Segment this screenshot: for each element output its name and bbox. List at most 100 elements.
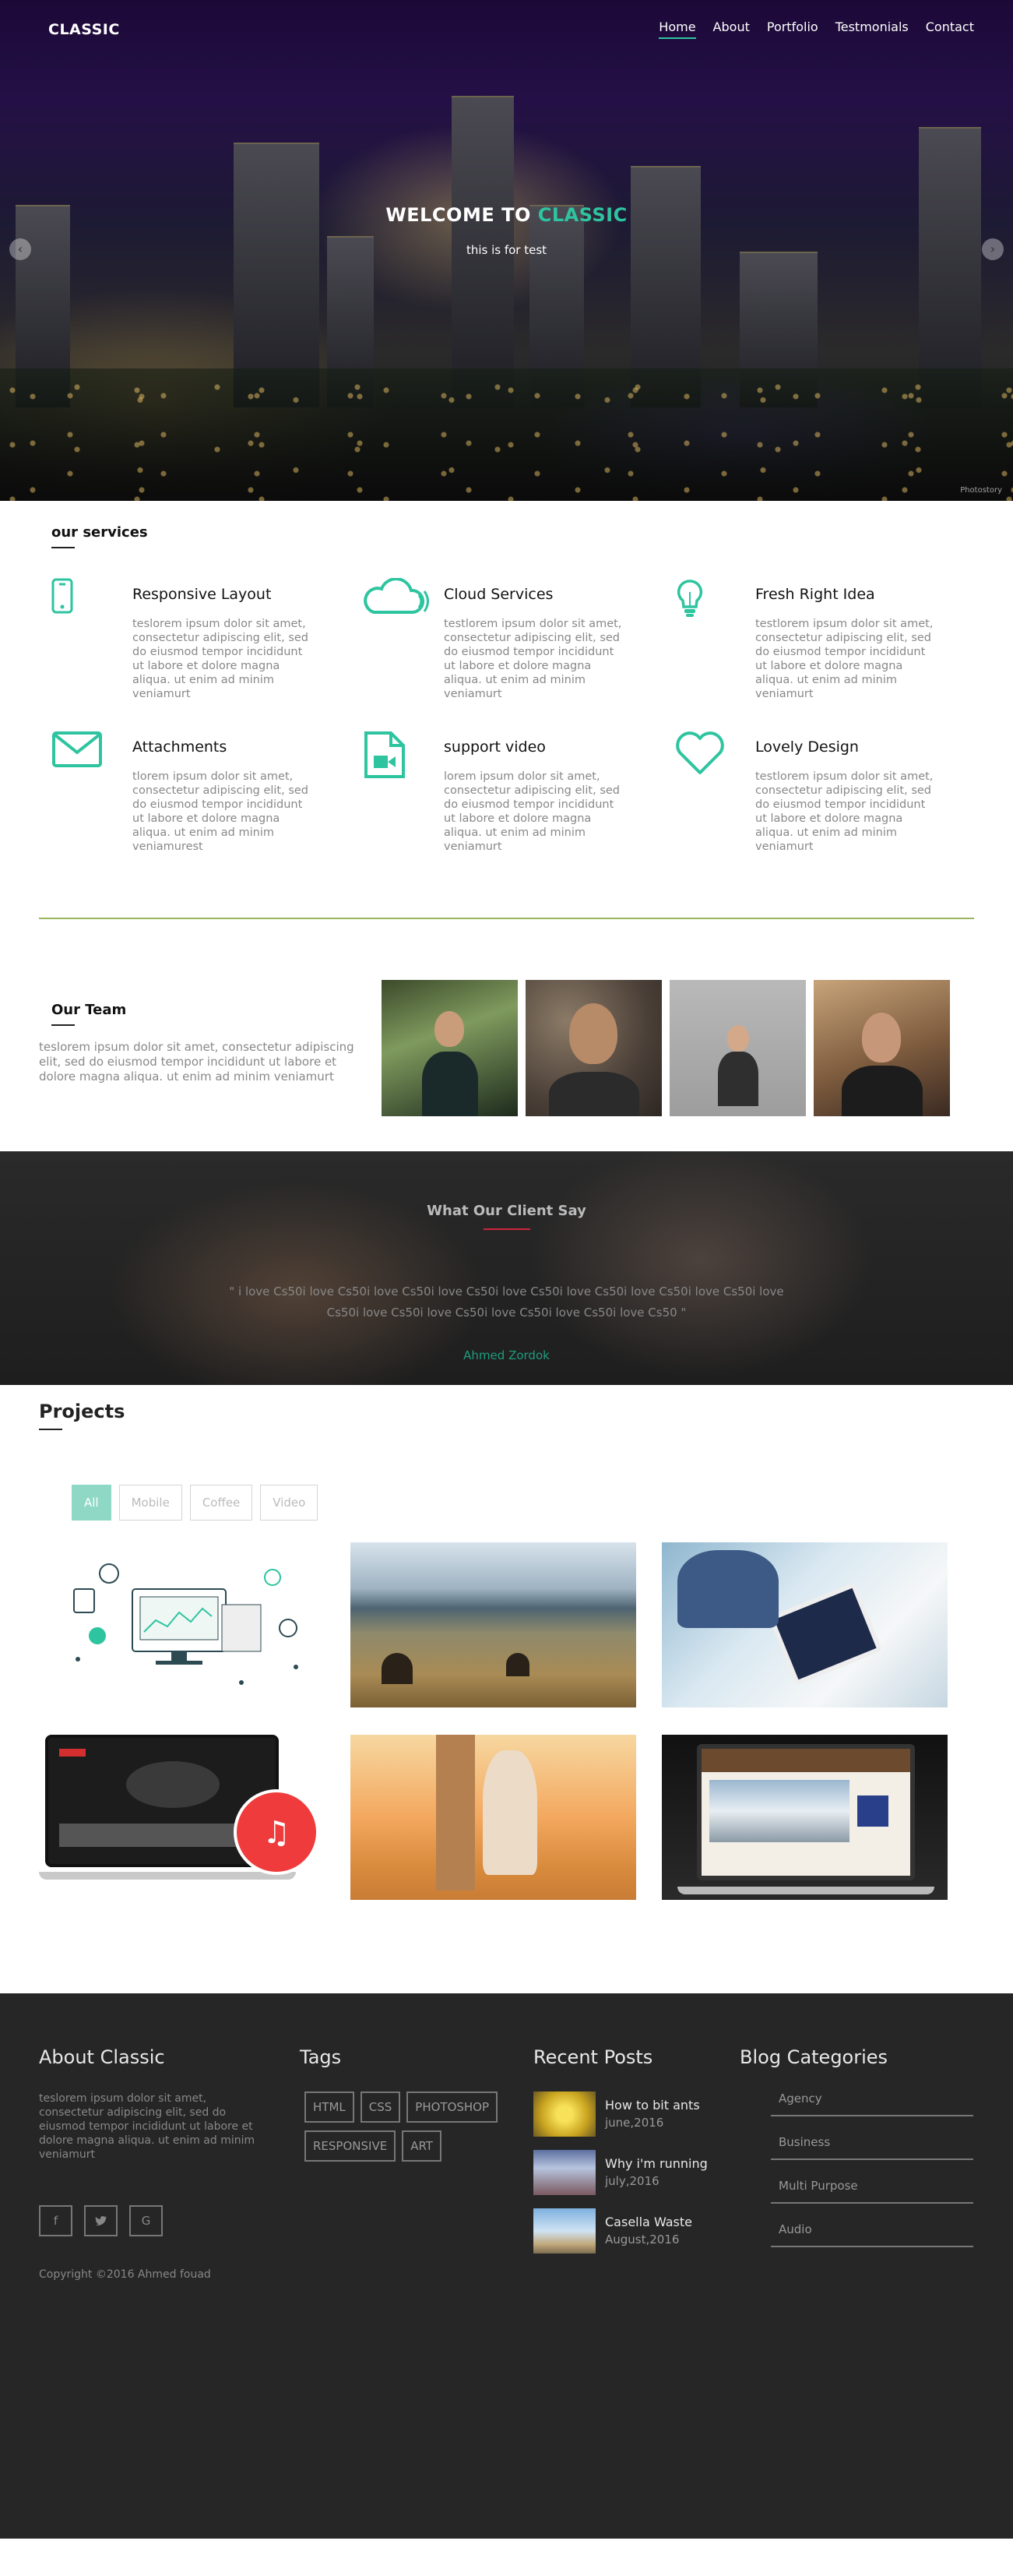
member-face	[434, 1011, 464, 1047]
team-photos	[382, 980, 950, 1151]
nav-link-home[interactable]: Home	[659, 19, 696, 39]
twitter-icon[interactable]	[84, 2205, 118, 2236]
hero-title-prefix: WELCOME TO	[385, 204, 538, 226]
service-text: testlorem ipsum dolor sit amet, consecte…	[755, 770, 934, 853]
services-grid: Responsive Layout teslorem ipsum dolor si…	[51, 578, 974, 854]
nav-link-about[interactable]: About	[713, 19, 750, 39]
service-text: lorem ipsum dolor sit amet, consectetur …	[444, 770, 621, 853]
tag-responsive[interactable]: RESPONSIVE	[304, 2130, 396, 2162]
tag-art[interactable]: ART	[402, 2130, 441, 2162]
hero-title: WELCOME TO CLASSIC	[0, 204, 1013, 226]
category-business[interactable]: Business	[771, 2135, 973, 2160]
nav-menu: Home About Portfolio Testmonials Contact	[659, 19, 974, 39]
cloud-icon	[363, 578, 444, 701]
testimonial-underline	[483, 1228, 530, 1230]
nav-link-testmonials[interactable]: Testmonials	[835, 19, 909, 39]
post-thumbnail	[533, 2091, 596, 2137]
dog-image	[483, 1750, 537, 1875]
music-note-icon[interactable]: ♫	[234, 1789, 319, 1875]
post-title: Why i'm running	[605, 2156, 708, 2171]
person-silhouette	[506, 1653, 529, 1676]
service-item: Lovely Design testlorem ipsum dolor sit a…	[674, 731, 986, 854]
category-multi-purpose[interactable]: Multi Purpose	[771, 2179, 973, 2204]
service-title: Lovely Design	[755, 738, 859, 756]
service-item: Responsive Layout teslorem ipsum dolor si…	[51, 578, 363, 701]
services-section: our services Responsive Layout teslorem i…	[0, 501, 1013, 854]
footer-recent-posts: Recent Posts How to bit ants june,2016 Wh…	[533, 2046, 740, 2282]
lightbulb-icon	[674, 578, 755, 701]
team-title: Our Team	[51, 1002, 127, 1026]
nav-link-contact[interactable]: Contact	[926, 19, 974, 39]
nav-link-portfolio[interactable]: Portfolio	[767, 19, 818, 39]
member-body	[718, 1052, 758, 1106]
service-item: Attachments tlorem ipsum dolor sit amet, …	[51, 731, 363, 854]
post-thumbnail	[533, 2150, 596, 2195]
testimonial-author: Ahmed Zordok	[463, 1348, 550, 1362]
recent-post[interactable]: Why i'm running july,2016	[533, 2150, 740, 2195]
footer-categories: Blog Categories Agency Business Multi Pu…	[740, 2046, 973, 2282]
service-title: Responsive Layout	[132, 586, 272, 603]
recent-post[interactable]: Casella Waste August,2016	[533, 2208, 740, 2254]
project-item[interactable]	[350, 1735, 636, 1900]
carousel-prev-button[interactable]: ‹	[9, 238, 31, 260]
service-item: Fresh Right Idea testlorem ipsum dolor si…	[674, 578, 986, 701]
video-file-icon	[363, 731, 444, 854]
tag-html[interactable]: HTML	[304, 2091, 354, 2123]
laptop-base	[677, 1887, 934, 1894]
tag-css[interactable]: CSS	[360, 2091, 401, 2123]
testimonial-title: What Our Client Say	[427, 1203, 586, 1219]
footer: About Classic teslorem ipsum dolor sit a…	[0, 1993, 1013, 2539]
filter-all[interactable]: All	[72, 1485, 111, 1521]
tag-list: HTML CSS PHOTOSHOP RESPONSIVE ART	[304, 2091, 530, 2162]
hero-caption: WELCOME TO CLASSIC this is for test	[0, 204, 1013, 257]
footer-tags: Tags HTML CSS PHOTOSHOP RESPONSIVE ART	[300, 2046, 533, 2282]
copyright: Copyright ©2016 Ahmed fouad	[39, 2268, 211, 2281]
service-text: tlorem ipsum dolor sit amet, consectetur…	[132, 770, 309, 853]
filter-coffee[interactable]: Coffee	[189, 1485, 253, 1521]
team-section: Our Team teslorem ipsum dolor sit amet, …	[0, 919, 1013, 1151]
team-member-photo[interactable]	[382, 980, 518, 1116]
navbar: CLASSIC Home About Portfolio Testmonials…	[0, 0, 1013, 58]
hero-title-accent: CLASSIC	[537, 204, 628, 226]
carousel-next-button[interactable]: ›	[982, 238, 1004, 260]
team-member-photo[interactable]	[670, 980, 806, 1116]
google-plus-icon[interactable]: G	[129, 2205, 163, 2236]
recent-post[interactable]: How to bit ants june,2016	[533, 2091, 740, 2137]
category-agency[interactable]: Agency	[771, 2091, 973, 2116]
tag-photoshop[interactable]: PHOTOSHOP	[406, 2091, 498, 2123]
team-member-photo[interactable]	[526, 980, 662, 1116]
project-item[interactable]	[350, 1542, 636, 1707]
project-filters: All Mobile Coffee Video	[72, 1485, 974, 1521]
city-building	[919, 127, 981, 407]
team-text: teslorem ipsum dolor sit amet, consectet…	[39, 1040, 354, 1084]
member-face	[727, 1025, 749, 1052]
filter-mobile[interactable]: Mobile	[118, 1485, 182, 1521]
laptop-base	[39, 1872, 296, 1880]
footer-about: About Classic teslorem ipsum dolor sit a…	[39, 2046, 300, 2282]
tablet-image	[768, 1581, 883, 1686]
logo[interactable]: CLASSIC	[48, 21, 120, 38]
service-item: Cloud Services testlorem ipsum dolor sit …	[363, 578, 674, 701]
footer-posts-title: Recent Posts	[533, 2046, 653, 2068]
project-item[interactable]	[39, 1542, 325, 1707]
laptop-screen	[697, 1744, 915, 1880]
site-logo	[857, 1795, 888, 1827]
post-date: july,2016	[605, 2174, 660, 2188]
category-audio[interactable]: Audio	[771, 2222, 973, 2247]
footer-about-text: teslorem ipsum dolor sit amet, consectet…	[39, 2092, 255, 2161]
post-date: August,2016	[605, 2232, 680, 2247]
service-item: support video lorem ipsum dolor sit amet,…	[363, 731, 674, 854]
service-text: testlorem ipsum dolor sit amet, consecte…	[444, 618, 622, 700]
city-lights	[0, 368, 1013, 501]
post-title: How to bit ants	[605, 2098, 700, 2113]
facebook-icon[interactable]: f	[39, 2205, 72, 2236]
team-intro: Our Team teslorem ipsum dolor sit amet, …	[39, 980, 374, 1151]
brand-badge	[59, 1749, 86, 1757]
project-item[interactable]: ♫	[39, 1735, 325, 1900]
service-text: teslorem ipsum dolor sit amet, consectet…	[132, 618, 309, 700]
filter-video[interactable]: Video	[260, 1485, 318, 1521]
team-member-photo[interactable]	[814, 980, 950, 1116]
project-item[interactable]	[662, 1542, 948, 1707]
service-title: Cloud Services	[444, 586, 554, 603]
project-item[interactable]	[662, 1735, 948, 1900]
